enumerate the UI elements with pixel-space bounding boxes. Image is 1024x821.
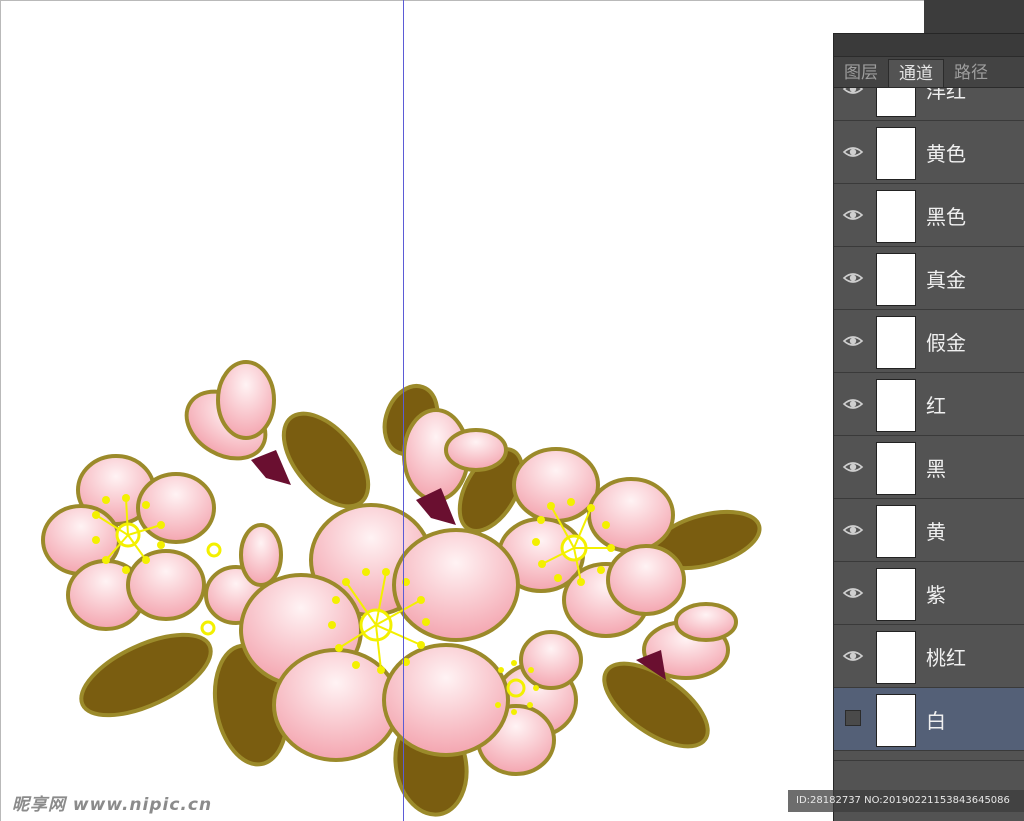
channel-label: 紫 xyxy=(926,583,946,607)
channel-row[interactable]: 洋红 xyxy=(834,88,1024,121)
panel-tabs: 图层 通道 路径 xyxy=(834,57,1024,88)
channel-thumbnail xyxy=(876,253,916,306)
channel-thumbnail xyxy=(876,88,916,117)
eye-icon[interactable] xyxy=(842,88,864,100)
eye-icon[interactable] xyxy=(842,582,864,604)
vertical-guide-line[interactable] xyxy=(403,0,404,821)
channel-row[interactable]: 黄 xyxy=(834,499,1024,562)
channel-row[interactable]: 黄色 xyxy=(834,121,1024,184)
channel-row[interactable]: 假金 xyxy=(834,310,1024,373)
channel-label: 黑色 xyxy=(926,205,966,229)
channel-row[interactable]: 黑 xyxy=(834,436,1024,499)
channel-label: 黄 xyxy=(926,520,946,544)
channel-label: 黄色 xyxy=(926,142,966,166)
channel-row[interactable]: 黑色 xyxy=(834,184,1024,247)
tab-channels[interactable]: 通道 xyxy=(888,59,944,87)
channels-panel: 图层 通道 路径 洋红黄色黑色真金假金红黑黄紫桃红白 xyxy=(833,33,1024,821)
tab-layers[interactable]: 图层 xyxy=(834,59,888,87)
channel-row[interactable]: 红 xyxy=(834,373,1024,436)
channel-label: 洋红 xyxy=(926,88,966,103)
channel-label: 红 xyxy=(926,394,946,418)
tab-paths[interactable]: 路径 xyxy=(944,59,998,87)
eye-icon[interactable] xyxy=(842,141,864,163)
eye-icon[interactable] xyxy=(842,645,864,667)
eye-icon[interactable] xyxy=(842,267,864,289)
visibility-toggle[interactable] xyxy=(845,710,861,726)
channel-row[interactable]: 真金 xyxy=(834,247,1024,310)
cherry-blossom-artwork xyxy=(41,360,762,817)
channel-thumbnail xyxy=(876,127,916,180)
eye-icon[interactable] xyxy=(842,330,864,352)
channel-thumbnail xyxy=(876,568,916,621)
channel-thumbnail xyxy=(876,379,916,432)
channel-label: 假金 xyxy=(926,331,966,355)
channel-thumbnail xyxy=(876,694,916,747)
channel-thumbnail xyxy=(876,631,916,684)
channel-label: 桃红 xyxy=(926,646,966,670)
channel-row[interactable]: 紫 xyxy=(834,562,1024,625)
eye-icon[interactable] xyxy=(842,393,864,415)
channel-row[interactable]: 桃红 xyxy=(834,625,1024,688)
channel-thumbnail xyxy=(876,505,916,558)
watermark-right: ID:28182737 NO:20190221153843645086 xyxy=(788,790,1024,812)
channel-list: 洋红黄色黑色真金假金红黑黄紫桃红白 xyxy=(834,88,1024,761)
channel-thumbnail xyxy=(876,442,916,495)
channel-label: 真金 xyxy=(926,268,966,292)
channel-label: 白 xyxy=(926,709,946,733)
eye-icon[interactable] xyxy=(842,204,864,226)
channel-thumbnail xyxy=(876,316,916,369)
watermark-left: 昵享网 www.nipic.cn xyxy=(12,795,213,815)
eye-icon[interactable] xyxy=(842,519,864,541)
eye-icon[interactable] xyxy=(842,456,864,478)
panel-title-bar[interactable] xyxy=(834,34,1024,57)
channel-row[interactable]: 白 xyxy=(834,688,1024,751)
channel-thumbnail xyxy=(876,190,916,243)
channel-label: 黑 xyxy=(926,457,946,481)
